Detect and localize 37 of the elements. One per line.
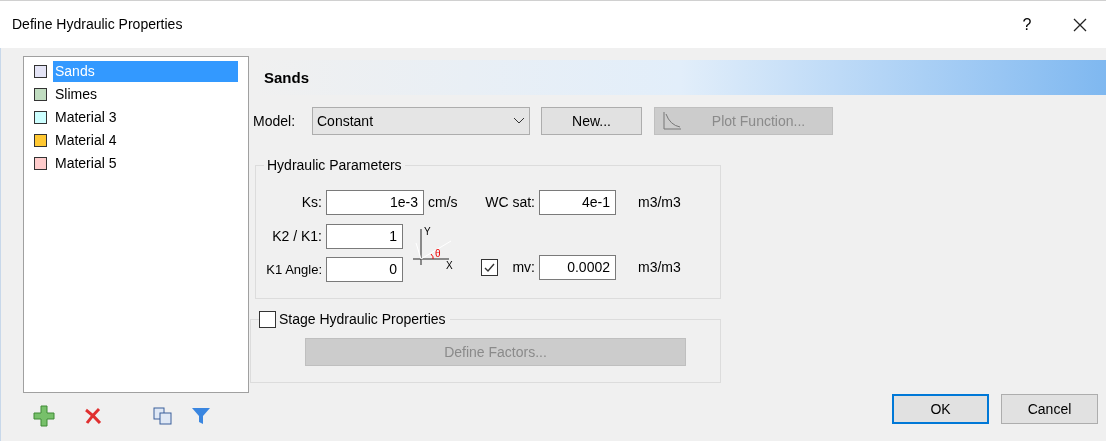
chevron-down-icon [513,117,525,125]
dialog-button[interactable]: OK [892,394,989,424]
curve-icon [662,111,682,131]
material-item[interactable]: Material 4 [53,130,238,151]
checkbox[interactable] [259,311,276,328]
checkbox[interactable] [481,259,498,276]
mv-field[interactable]: 0.0002 [539,255,616,280]
ks-field[interactable]: 1e-3 [326,190,424,215]
dialog-button[interactable]: Cancel [1001,394,1098,424]
plus-icon[interactable] [33,405,55,427]
new-button[interactable]: New... [541,107,642,135]
material-item[interactable]: Material 3 [53,107,238,128]
copy-icon[interactable] [153,407,173,425]
wc-sat-label: WC sat: [484,193,536,212]
model-dropdown[interactable]: Constant [312,107,530,135]
group-title: Hydraulic Parameters [266,156,403,175]
filter-icon[interactable] [191,406,211,426]
stage-label[interactable]: Stage Hydraulic Properties [279,309,446,330]
unit-label: m3/m3 [638,258,681,277]
k1-angle-label: K1 Angle: [265,260,323,279]
checkmark-icon [483,261,496,274]
k1-angle-field[interactable]: 0 [326,257,403,282]
axis-diagram-drawing: Y X θ [413,223,463,279]
ks-label: Ks: [300,193,323,212]
k2-k1-field[interactable]: 1 [326,223,403,249]
close-icon[interactable] [1072,16,1088,33]
help-button[interactable]: ? [1012,12,1042,37]
delete-icon[interactable] [83,406,103,426]
unit-label: cm/s [428,193,458,212]
window-title: Define Hydraulic Properties [12,15,183,34]
unit-label: m3/m3 [638,193,681,212]
k2-k1-label: K2 / K1: [271,226,323,246]
wc-sat-field[interactable]: 4e-1 [539,190,616,215]
model-label: Model: [253,111,297,131]
material-item[interactable]: Material 5 [53,153,238,174]
material-item[interactable]: Slimes [53,84,238,105]
mv-label: mv: [511,258,536,277]
